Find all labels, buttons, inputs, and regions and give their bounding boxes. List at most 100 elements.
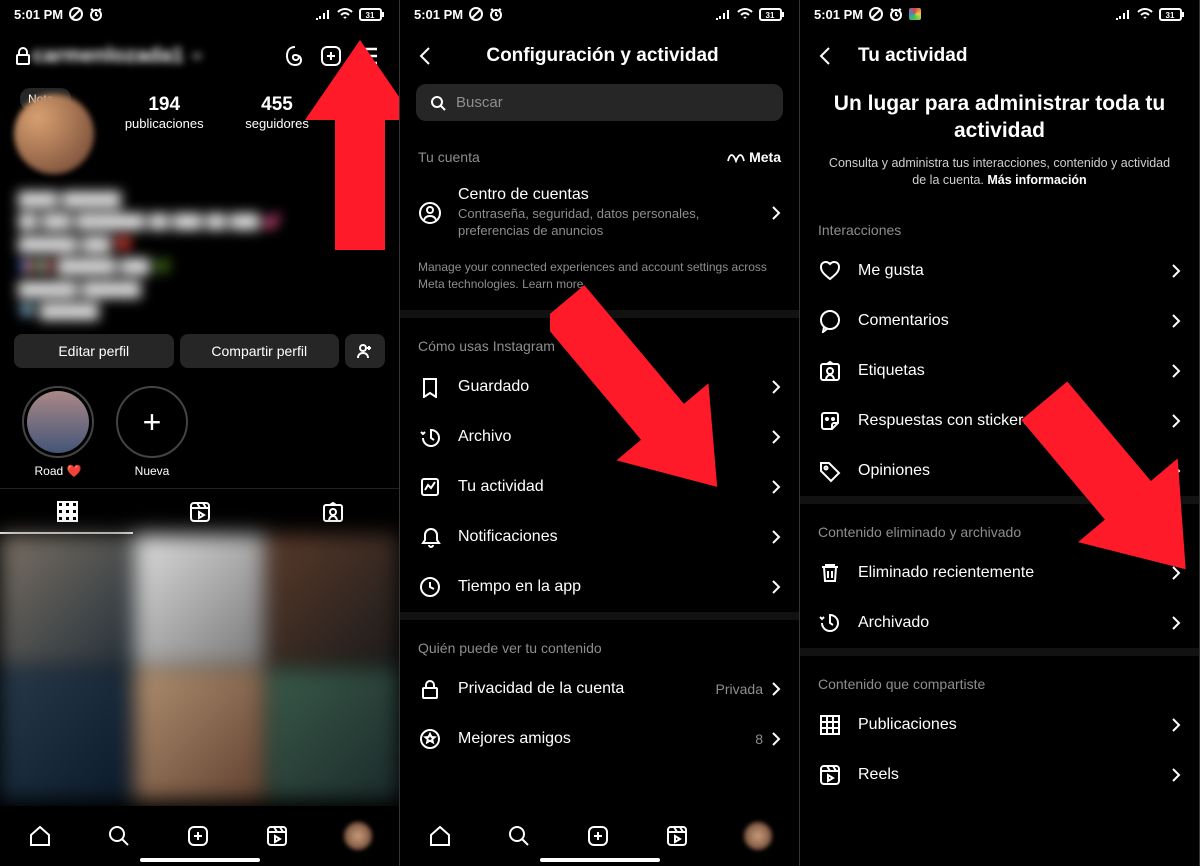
alarm-icon	[889, 7, 903, 21]
item-sub: Contraseña, seguridad, datos personales,…	[458, 206, 755, 240]
bio: ████ ████████ ███ ███████ ██ ███ ██ ███ …	[0, 184, 399, 334]
add-icon[interactable]	[186, 824, 210, 848]
notifications-item[interactable]: Notificaciones	[400, 512, 799, 562]
reviews-item[interactable]: Opiniones	[800, 446, 1199, 496]
grid-photo[interactable]	[0, 668, 132, 800]
saved-item[interactable]: Guardado	[400, 362, 799, 412]
highlight-label: Nueva	[135, 464, 170, 478]
chevron-right-icon	[771, 429, 781, 445]
grid-photo[interactable]	[267, 534, 399, 666]
nav-profile[interactable]	[344, 822, 372, 850]
learn-more-link[interactable]: Más información	[987, 173, 1086, 187]
home-icon[interactable]	[428, 824, 452, 848]
archive-icon	[818, 611, 842, 635]
page-title: Tu actividad	[858, 45, 1185, 67]
chevron-right-icon	[1171, 767, 1181, 783]
wifi-icon	[337, 8, 353, 20]
hero-title: Un lugar para administrar toda tu activi…	[828, 90, 1171, 145]
grid-photo[interactable]	[134, 668, 266, 800]
bookmark-icon	[418, 375, 442, 399]
settings-screen: 5:01 PM 31 Configuración y actividad Bus…	[400, 0, 800, 866]
grid-photo[interactable]	[267, 668, 399, 800]
status-bar: 5:01 PM 31	[0, 0, 399, 28]
hero-sub: Consulta y administra tus interacciones,…	[828, 155, 1171, 190]
page-header: Tu actividad	[800, 28, 1199, 84]
posts-item[interactable]: Publicaciones	[800, 700, 1199, 750]
avatar[interactable]	[14, 94, 94, 174]
back-icon[interactable]	[814, 44, 838, 68]
activity-icon	[418, 475, 442, 499]
highlight-item[interactable]: Road ❤️	[22, 386, 94, 478]
sticker-icon	[818, 409, 842, 433]
grid-photo[interactable]	[0, 534, 132, 666]
time-item[interactable]: Tiempo en la app	[400, 562, 799, 612]
chevron-right-icon	[1171, 363, 1181, 379]
tag-person-icon	[818, 359, 842, 383]
lock-icon	[14, 47, 32, 65]
star-circle-icon	[418, 727, 442, 751]
menu-button[interactable]	[349, 38, 385, 74]
grid-photo[interactable]	[134, 534, 266, 666]
create-button[interactable]	[313, 38, 349, 74]
stat-following[interactable]: 9se	[350, 94, 364, 174]
username-dropdown[interactable]: carmenlozada1	[32, 44, 204, 68]
bottom-nav	[400, 806, 799, 866]
comment-icon	[818, 309, 842, 333]
search-icon[interactable]	[507, 824, 531, 848]
stat-followers[interactable]: 455seguidores	[245, 94, 309, 174]
battery-icon: 31	[759, 8, 785, 21]
highlight-new[interactable]: + Nueva	[116, 386, 188, 478]
reels-icon[interactable]	[265, 824, 289, 848]
chevron-right-icon	[1171, 263, 1181, 279]
page-header: Configuración y actividad	[400, 28, 799, 84]
reels-icon[interactable]	[665, 824, 689, 848]
chevron-right-icon	[1171, 717, 1181, 733]
add-icon[interactable]	[586, 824, 610, 848]
nav-profile[interactable]	[744, 822, 772, 850]
edit-profile-button[interactable]: Editar perfil	[14, 334, 174, 368]
reels-icon	[818, 763, 842, 787]
stat-posts[interactable]: 194publicaciones	[125, 94, 204, 174]
tags-item[interactable]: Etiquetas	[800, 346, 1199, 396]
recently-deleted-item[interactable]: Eliminado recientemente	[800, 548, 1199, 598]
battery-icon: 31	[359, 8, 385, 21]
search-bar[interactable]: Buscar	[416, 84, 783, 121]
grid-icon	[818, 713, 842, 737]
home-icon[interactable]	[28, 824, 52, 848]
alarm-icon	[489, 7, 503, 21]
privacy-item[interactable]: Privacidad de la cuenta Privada	[400, 664, 799, 714]
discover-people-button[interactable]	[345, 334, 385, 368]
username-label: carmenlozada1	[32, 44, 184, 68]
archived-item[interactable]: Archivado	[800, 598, 1199, 648]
share-profile-button[interactable]: Compartir perfil	[180, 334, 340, 368]
tab-tagged[interactable]	[266, 489, 399, 534]
photo-grid	[0, 534, 399, 799]
comments-item[interactable]: Comentarios	[800, 296, 1199, 346]
archive-item[interactable]: Archivo	[400, 412, 799, 462]
chevron-right-icon	[771, 479, 781, 495]
your-activity-item[interactable]: Tu actividad	[400, 462, 799, 512]
status-bar: 5:01 PM 31	[400, 0, 799, 28]
chevron-right-icon	[771, 379, 781, 395]
trash-icon	[818, 561, 842, 585]
stickers-item[interactable]: Respuestas con stickers	[800, 396, 1199, 446]
reels-item[interactable]: Reels	[800, 750, 1199, 800]
likes-item[interactable]: Me gusta	[800, 246, 1199, 296]
tag-icon	[818, 459, 842, 483]
tab-grid[interactable]	[0, 489, 133, 534]
bell-icon	[418, 525, 442, 549]
close-friends-item[interactable]: Mejores amigos 8	[400, 714, 799, 764]
lock-icon	[418, 677, 442, 701]
hero: Un lugar para administrar toda tu activi…	[800, 84, 1199, 208]
threads-icon[interactable]	[277, 38, 313, 74]
dnd-icon	[869, 7, 883, 21]
search-icon[interactable]	[107, 824, 131, 848]
chevron-right-icon	[1171, 413, 1181, 429]
signal-icon	[1115, 8, 1131, 20]
heart-icon	[818, 259, 842, 283]
accounts-center-item[interactable]: Centro de cuentas Contraseña, seguridad,…	[400, 173, 799, 253]
tab-reels[interactable]	[133, 489, 266, 534]
your-activity-screen: 5:01 PM 31 Tu actividad Un lugar para ad…	[800, 0, 1200, 866]
chevron-right-icon	[771, 681, 781, 697]
search-icon	[430, 95, 446, 111]
